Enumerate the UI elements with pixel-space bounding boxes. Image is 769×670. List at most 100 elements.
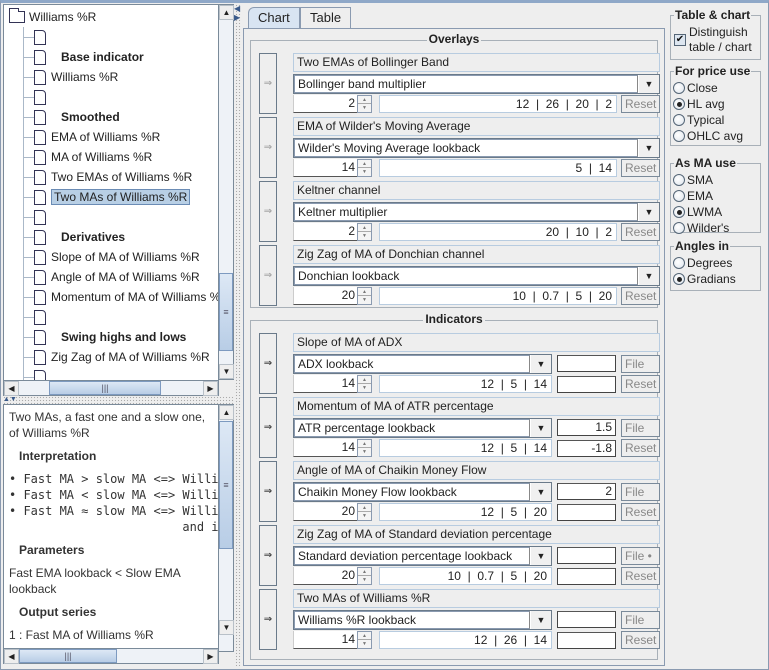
move-arrow-button[interactable]: ⇒ xyxy=(259,53,277,114)
tree-vertical-scrollbar[interactable]: ▲ ≡ ▼ xyxy=(218,4,234,380)
radio-option[interactable]: HL avg xyxy=(673,96,725,112)
tree-horizontal-scrollbar[interactable]: ◀ ||| ▶ xyxy=(3,380,219,396)
spinner-buttons[interactable]: ▲ ▼ xyxy=(357,287,372,305)
description-horizontal-scrollbar[interactable]: ◀ ||| ▶ xyxy=(3,648,219,664)
scroll-thumb[interactable]: ≡ xyxy=(219,421,233,549)
parameter-spinner[interactable]: 14 ▲ ▼ xyxy=(293,631,372,649)
parameter-combo[interactable]: Williams %R lookback ▼ xyxy=(293,610,552,630)
scroll-right-button[interactable]: ▶ xyxy=(203,649,218,664)
spinner-buttons[interactable]: ▲ ▼ xyxy=(357,375,372,393)
move-arrow-button[interactable]: ⇒ xyxy=(259,589,277,650)
spinner-value[interactable]: 20 xyxy=(293,567,357,585)
scroll-right-button[interactable]: ▶ xyxy=(203,381,218,396)
tree-item[interactable] xyxy=(34,87,51,107)
spinner-down-icon[interactable]: ▼ xyxy=(358,104,371,112)
upper-threshold-field[interactable] xyxy=(557,547,616,564)
combo-dropdown-button[interactable]: ▼ xyxy=(639,75,659,93)
spinner-buttons[interactable]: ▲ ▼ xyxy=(357,567,372,585)
spinner-buttons[interactable]: ▲ ▼ xyxy=(357,503,372,521)
spinner-buttons[interactable]: ▲ ▼ xyxy=(357,439,372,457)
spinner-down-icon[interactable]: ▼ xyxy=(358,168,371,176)
tree-item[interactable]: Base indicator xyxy=(34,47,144,67)
upper-threshold-field[interactable] xyxy=(557,355,616,372)
tree-item[interactable] xyxy=(34,307,51,327)
series-name-field[interactable]: Two MAs of Williams %R xyxy=(293,589,660,608)
radio-option[interactable]: Typical xyxy=(673,112,724,128)
series-name-field[interactable]: Angle of MA of Chaikin Money Flow xyxy=(293,461,660,480)
spinner-value[interactable]: 20 xyxy=(293,503,357,521)
tree-item[interactable]: Smoothed xyxy=(34,107,120,127)
combo-dropdown-button[interactable]: ▼ xyxy=(531,547,551,565)
scroll-left-button[interactable]: ◀ xyxy=(4,649,19,664)
radio-option[interactable]: Degrees xyxy=(673,255,732,271)
indicator-tree[interactable]: Williams %R Base indicator Williams %R Smo… xyxy=(3,4,219,396)
spinner-value[interactable]: 14 xyxy=(293,375,357,393)
radio-option[interactable]: Close xyxy=(673,80,718,96)
parameter-spinner[interactable]: 20 ▲ ▼ xyxy=(293,567,372,585)
spinner-value[interactable]: 2 xyxy=(293,223,357,241)
spinner-up-icon[interactable]: ▲ xyxy=(358,504,371,512)
spinner-down-icon[interactable]: ▼ xyxy=(358,232,371,240)
spinner-up-icon[interactable]: ▲ xyxy=(358,632,371,640)
tree-item[interactable]: Williams %R xyxy=(34,67,118,87)
spinner-up-icon[interactable]: ▲ xyxy=(358,568,371,576)
radio-button[interactable] xyxy=(673,206,685,218)
move-arrow-button[interactable]: ⇒ xyxy=(259,181,277,242)
radio-option[interactable]: EMA xyxy=(673,188,713,204)
tree-item[interactable]: Angle of MA of Williams %R xyxy=(34,267,200,287)
description-vertical-scrollbar[interactable]: ▲ ≡ ▼ xyxy=(218,404,234,652)
tree-item[interactable] xyxy=(34,27,51,47)
lower-threshold-field[interactable] xyxy=(557,376,616,393)
spinner-up-icon[interactable]: ▲ xyxy=(358,440,371,448)
parameter-combo[interactable]: ADX lookback ▼ xyxy=(293,354,552,374)
combo-dropdown-button[interactable]: ▼ xyxy=(639,203,659,221)
move-arrow-button[interactable]: ⇒ xyxy=(259,117,277,178)
combo-dropdown-button[interactable]: ▼ xyxy=(639,267,659,285)
scroll-down-button[interactable]: ▼ xyxy=(219,620,234,635)
tree-item[interactable]: Swing highs and lows xyxy=(34,327,186,347)
spinner-down-icon[interactable]: ▼ xyxy=(358,448,371,456)
lower-threshold-field[interactable] xyxy=(557,632,616,649)
tree-item[interactable]: MA of Williams %R xyxy=(34,147,152,167)
file-button[interactable]: File xyxy=(621,483,660,501)
series-name-field[interactable]: Two EMAs of Bollinger Band xyxy=(293,53,660,72)
parameter-spinner[interactable]: 14 ▲ ▼ xyxy=(293,375,372,393)
radio-button[interactable] xyxy=(673,130,685,142)
parameter-combo[interactable]: Bollinger band multiplier ▼ xyxy=(293,74,660,94)
parameter-combo[interactable]: Standard deviation percentage lookback ▼ xyxy=(293,546,552,566)
radio-button[interactable] xyxy=(673,174,685,186)
reset-button[interactable]: Reset xyxy=(621,503,660,521)
spinner-up-icon[interactable]: ▲ xyxy=(358,160,371,168)
reset-button[interactable]: Reset xyxy=(621,567,660,585)
series-name-field[interactable]: EMA of Wilder's Moving Average xyxy=(293,117,660,136)
scroll-up-button[interactable]: ▲ xyxy=(219,405,234,420)
spinner-buttons[interactable]: ▲ ▼ xyxy=(357,95,372,113)
spinner-buttons[interactable]: ▲ ▼ xyxy=(357,159,372,177)
spinner-down-icon[interactable]: ▼ xyxy=(358,384,371,392)
spinner-down-icon[interactable]: ▼ xyxy=(358,576,371,584)
series-name-field[interactable]: Slope of MA of ADX xyxy=(293,333,660,352)
radio-option[interactable]: SMA xyxy=(673,172,713,188)
tree-item[interactable]: EMA of Williams %R xyxy=(34,127,160,147)
distinguish-checkbox[interactable]: ✔ xyxy=(674,34,686,46)
file-button[interactable]: File xyxy=(621,611,660,629)
scroll-thumb[interactable]: ||| xyxy=(49,381,161,395)
spinner-buttons[interactable]: ▲ ▼ xyxy=(357,223,372,241)
radio-button[interactable] xyxy=(673,82,685,94)
scroll-up-button[interactable]: ▲ xyxy=(219,5,234,20)
spinner-value[interactable]: 14 xyxy=(293,631,357,649)
spinner-down-icon[interactable]: ▼ xyxy=(358,640,371,648)
tab-chart[interactable]: Chart xyxy=(248,7,300,28)
combo-dropdown-button[interactable]: ▼ xyxy=(531,355,551,373)
move-arrow-button[interactable]: ⇒ xyxy=(259,461,277,522)
upper-threshold-field[interactable]: 2 xyxy=(557,483,616,500)
combo-dropdown-button[interactable]: ▼ xyxy=(531,611,551,629)
file-button[interactable]: File • xyxy=(621,547,660,565)
parameter-spinner[interactable]: 20 ▲ ▼ xyxy=(293,287,372,305)
spinner-buttons[interactable]: ▲ ▼ xyxy=(357,631,372,649)
radio-button[interactable] xyxy=(673,257,685,269)
tree-item[interactable]: Momentum of MA of Williams %R xyxy=(34,287,218,307)
lower-threshold-field[interactable] xyxy=(557,568,616,585)
tree-item[interactable]: Slope of MA of Williams %R xyxy=(34,247,200,267)
spinner-up-icon[interactable]: ▲ xyxy=(358,224,371,232)
